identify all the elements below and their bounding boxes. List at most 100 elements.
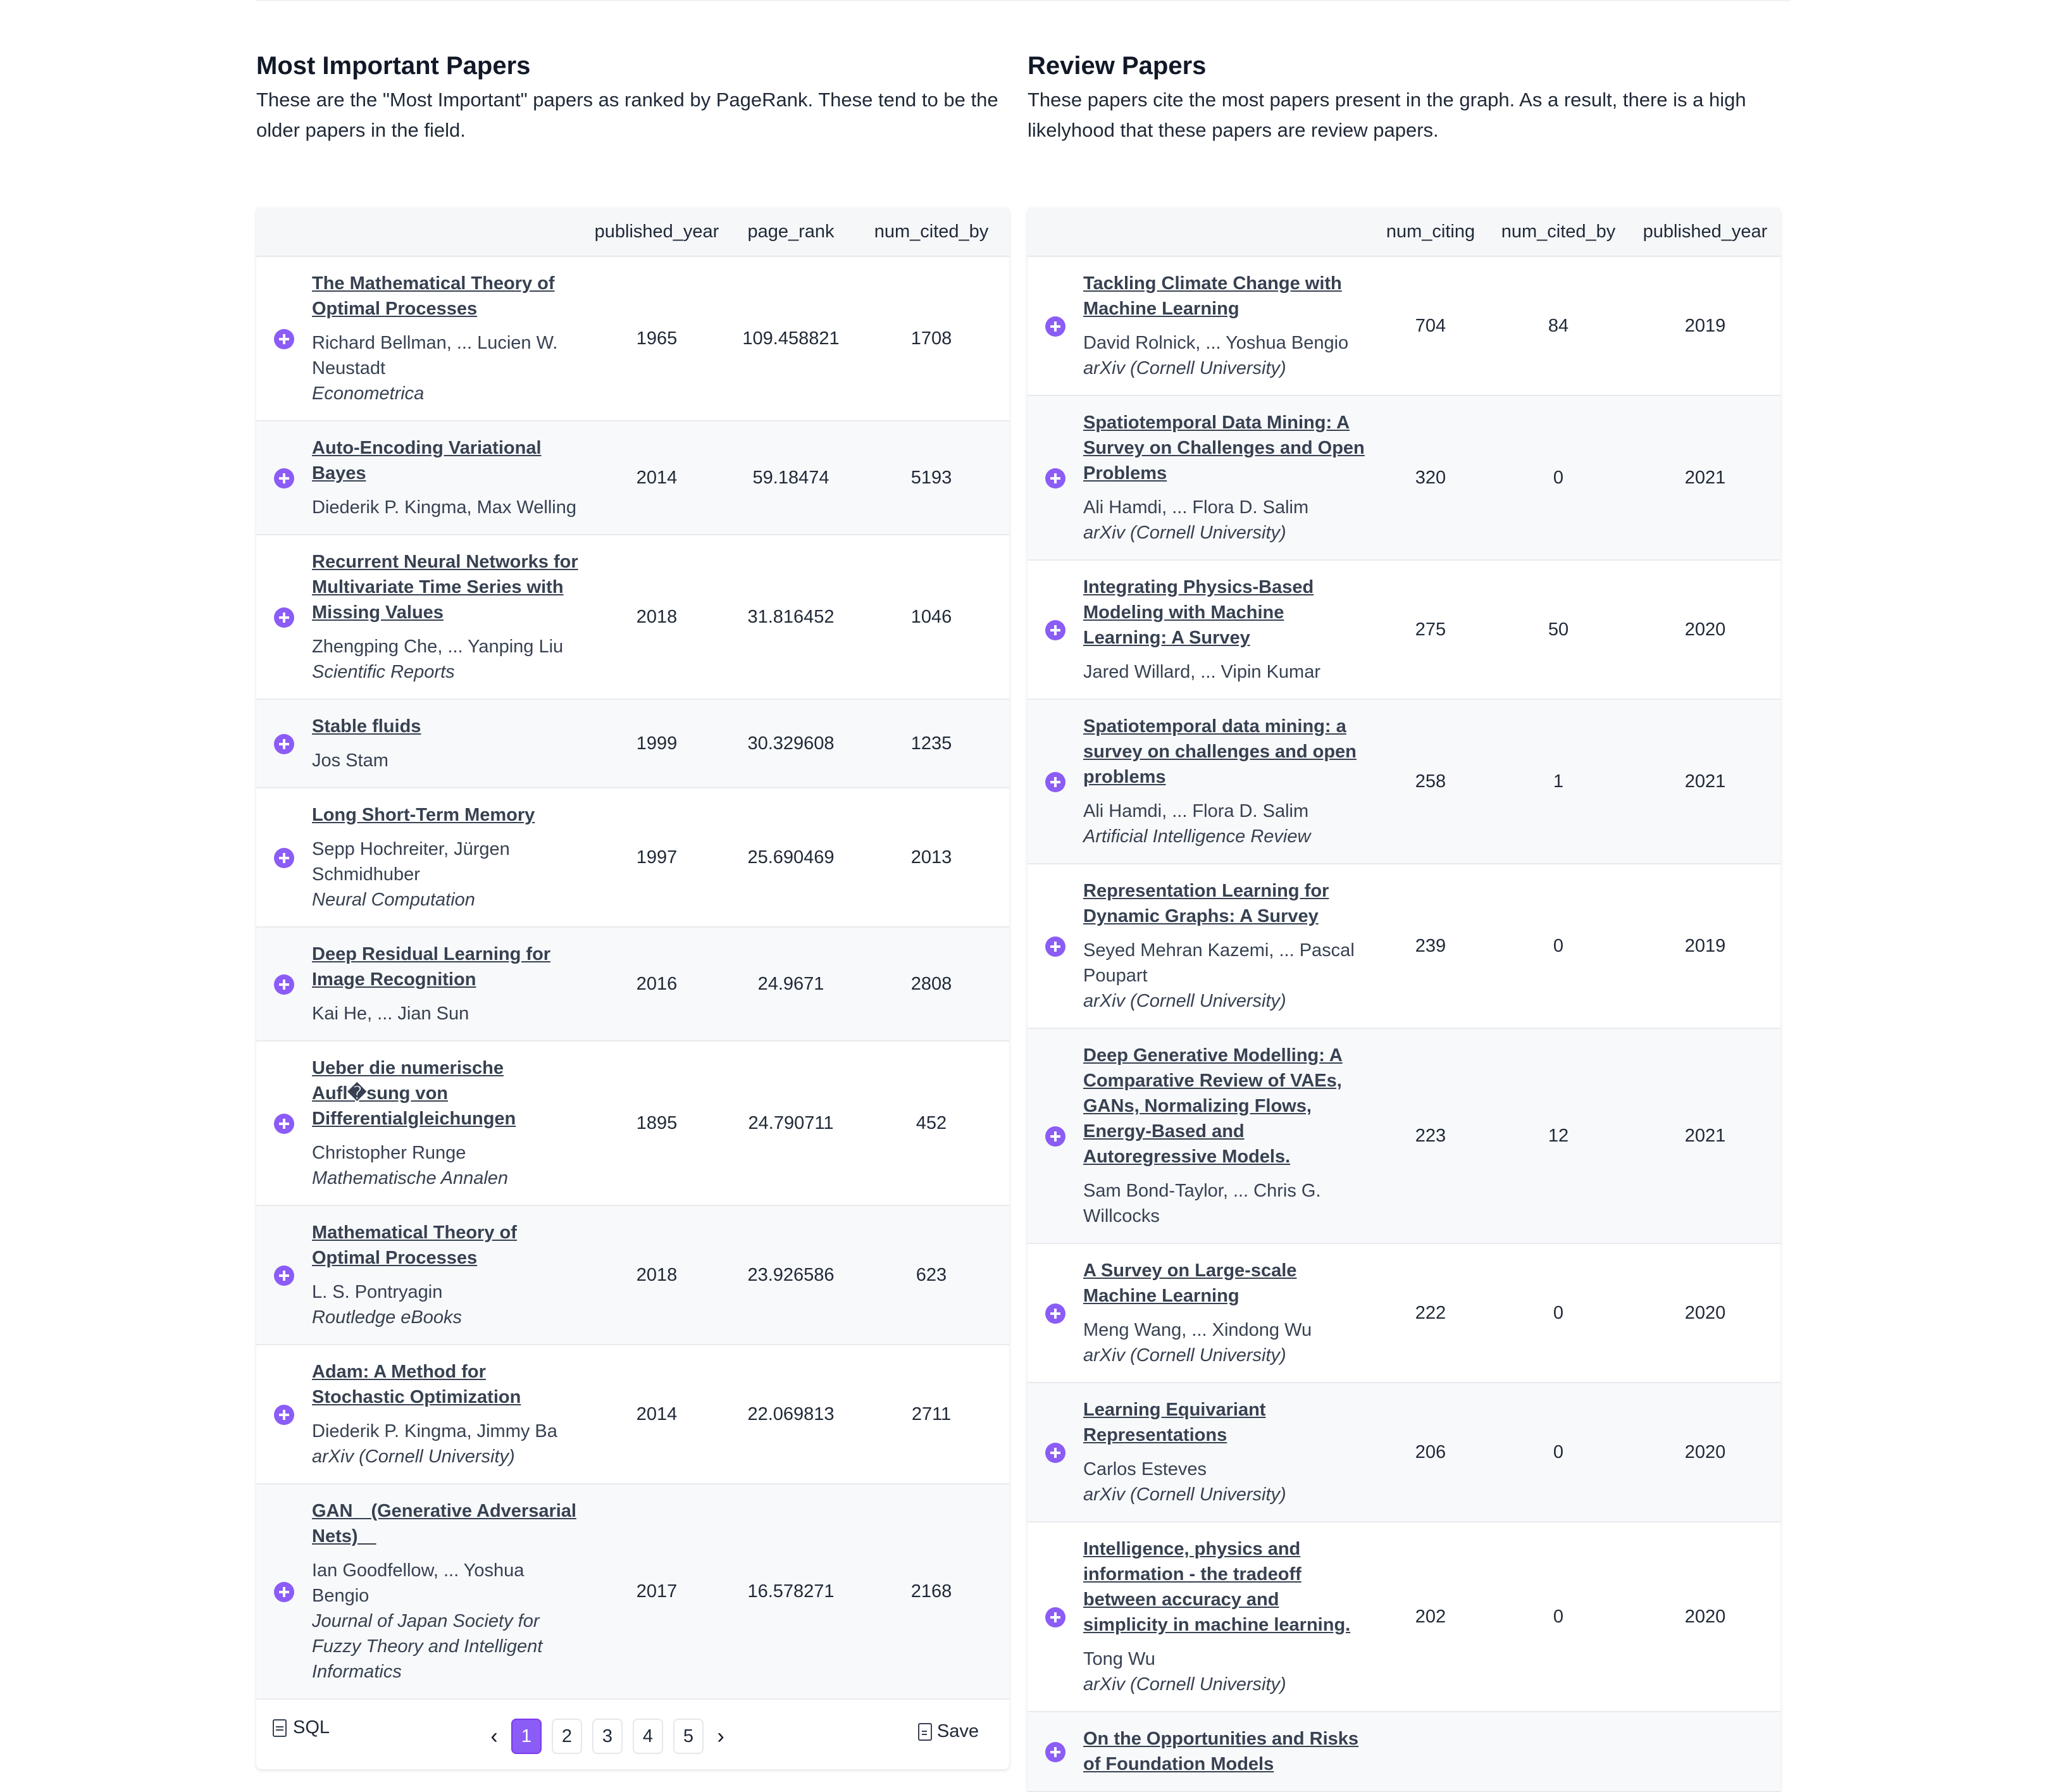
add-circle-icon[interactable] — [1045, 936, 1065, 957]
paper-title-link[interactable]: Representation Learning for Dynamic Grap… — [1083, 878, 1368, 929]
cell-num-cited-by: 2711 — [854, 1345, 1009, 1484]
add-cell — [1028, 699, 1083, 864]
add-circle-icon[interactable] — [1045, 619, 1065, 640]
save-button[interactable]: Save — [917, 1721, 979, 1742]
cell-num-cited-by: 2013 — [854, 788, 1009, 928]
cell-published-year — [1630, 1712, 1780, 1792]
paper-title-link[interactable]: Learning Equivariant Representations — [1083, 1397, 1368, 1448]
add-circle-icon[interactable] — [274, 1113, 294, 1134]
paper-cell: The Mathematical Theory of Optimal Proce… — [312, 256, 585, 421]
cell-num-cited-by: 0 — [1487, 1383, 1630, 1522]
column-header-num-citing[interactable]: num_citing — [1374, 208, 1487, 257]
column-header-published-year[interactable]: published_year — [1630, 208, 1780, 257]
cell-page-rank: 30.329608 — [728, 699, 854, 788]
table-row: On the Opportunities and Risks of Founda… — [1028, 1712, 1780, 1792]
table-row: GAN (Generative Adversarial Nets) Ian Go… — [256, 1484, 1009, 1700]
add-circle-icon[interactable] — [1045, 1741, 1065, 1762]
paper-title-link[interactable]: Ueber die numerische Aufl�sung von Diffe… — [312, 1055, 579, 1131]
paper-title-link[interactable]: On the Opportunities and Risks of Founda… — [1083, 1726, 1368, 1777]
add-cell — [1028, 1712, 1083, 1792]
add-circle-icon[interactable] — [274, 847, 294, 868]
page-button-2[interactable]: 2 — [552, 1719, 582, 1754]
paper-title-link[interactable]: Intelligence, physics and information - … — [1083, 1536, 1368, 1638]
add-cell — [1028, 256, 1083, 396]
add-circle-icon[interactable] — [1045, 1126, 1065, 1147]
paper-authors: David Rolnick, ... Yoshua Bengio — [1083, 333, 1349, 353]
add-circle-icon[interactable] — [1045, 1607, 1065, 1627]
table-row: Stable fluids Jos Stam 1999 30.329608 1235 — [256, 699, 1009, 788]
paper-venue: Mathematische Annalen — [312, 1168, 509, 1188]
papers-table: published_year page_rank num_cited_by Th… — [256, 208, 1009, 1700]
cell-num-cited-by: 84 — [1487, 256, 1630, 396]
column-header-num-cited-by[interactable]: num_cited_by — [1487, 208, 1630, 257]
paper-title-link[interactable]: Recurrent Neural Networks for Multivaria… — [312, 549, 579, 625]
cell-published-year: 2018 — [585, 535, 728, 700]
add-circle-icon[interactable] — [1045, 468, 1065, 488]
column-header-published-year[interactable]: published_year — [585, 208, 728, 257]
table-row: Mathematical Theory of Optimal Processes… — [256, 1205, 1009, 1345]
add-circle-icon[interactable] — [1045, 1442, 1065, 1463]
add-circle-icon[interactable] — [274, 974, 294, 995]
add-circle-icon[interactable] — [274, 1404, 294, 1425]
add-circle-icon[interactable] — [274, 733, 294, 754]
paper-cell: Ueber die numerische Aufl�sung von Diffe… — [312, 1041, 585, 1206]
add-circle-icon[interactable] — [274, 1581, 294, 1602]
add-cell — [1028, 1522, 1083, 1712]
page-button-3[interactable]: 3 — [592, 1719, 623, 1754]
paper-title-link[interactable]: Mathematical Theory of Optimal Processes — [312, 1220, 579, 1271]
table-body: The Mathematical Theory of Optimal Proce… — [256, 256, 1009, 1700]
add-circle-icon[interactable] — [274, 1265, 294, 1286]
papers-table: num_citing num_cited_by published_year T… — [1028, 208, 1780, 1792]
add-circle-icon[interactable] — [274, 328, 294, 349]
paper-title-link[interactable]: Spatiotemporal data mining: a survey on … — [1083, 714, 1368, 790]
previous-page-button[interactable]: ‹ — [487, 1724, 501, 1749]
page-button-5[interactable]: 5 — [673, 1719, 704, 1754]
table-row: A Survey on Large-scale Machine Learning… — [1028, 1243, 1780, 1383]
cell-num-citing: 222 — [1374, 1243, 1487, 1383]
page-button-1[interactable]: 1 — [511, 1719, 542, 1754]
paper-title-link[interactable]: A Survey on Large-scale Machine Learning — [1083, 1258, 1368, 1309]
add-cell — [256, 256, 312, 421]
paper-title-link[interactable]: Integrating Physics-Based Modeling with … — [1083, 575, 1368, 650]
add-circle-icon[interactable] — [274, 607, 294, 628]
cell-num-cited-by: 623 — [854, 1205, 1009, 1345]
paper-title-link[interactable]: Deep Generative Modelling: A Comparative… — [1083, 1043, 1368, 1169]
paper-title-link[interactable]: Auto-Encoding Variational Bayes — [312, 435, 579, 486]
cell-published-year: 2016 — [585, 927, 728, 1042]
cell-num-citing: 206 — [1374, 1383, 1487, 1522]
table-row: Ueber die numerische Aufl�sung von Diffe… — [256, 1041, 1009, 1206]
paper-authors: Jared Willard, ... Vipin Kumar — [1083, 662, 1320, 682]
paper-title-link[interactable]: The Mathematical Theory of Optimal Proce… — [312, 271, 579, 321]
paper-title-link[interactable]: Tackling Climate Change with Machine Lea… — [1083, 271, 1368, 321]
paper-title-link[interactable]: Deep Residual Learning for Image Recogni… — [312, 942, 579, 992]
add-cell — [256, 535, 312, 700]
add-cell — [256, 1205, 312, 1345]
paper-cell: Stable fluids Jos Stam — [312, 699, 585, 788]
paper-title-link[interactable]: Spatiotemporal Data Mining: A Survey on … — [1083, 410, 1368, 486]
sql-button[interactable]: SQL — [273, 1717, 330, 1738]
page-button-4[interactable]: 4 — [633, 1719, 663, 1754]
add-circle-icon[interactable] — [1045, 771, 1065, 792]
next-page-button[interactable]: › — [714, 1724, 728, 1749]
paper-authors: Zhengping Che, ... Yanping Liu — [312, 637, 564, 657]
add-circle-icon[interactable] — [1045, 1303, 1065, 1324]
cell-page-rank: 16.578271 — [728, 1484, 854, 1700]
add-circle-icon[interactable] — [274, 468, 294, 488]
cell-published-year: 2021 — [1630, 1028, 1780, 1244]
paper-authors: Ian Goodfellow, ... Yoshua Bengio — [312, 1560, 525, 1606]
add-circle-icon[interactable] — [1045, 316, 1065, 337]
paper-title-link[interactable]: Stable fluids — [312, 714, 579, 739]
paper-venue: Journal of Japan Society for Fuzzy Theor… — [312, 1611, 543, 1682]
cell-page-rank: 23.926586 — [728, 1205, 854, 1345]
add-cell — [1028, 395, 1083, 561]
cell-published-year: 2014 — [585, 421, 728, 535]
paper-title-link[interactable]: Long Short-Term Memory — [312, 802, 579, 828]
paper-title-link[interactable]: Adam: A Method for Stochastic Optimizati… — [312, 1359, 579, 1410]
paper-title-link[interactable]: GAN (Generative Adversarial Nets) — [312, 1498, 579, 1549]
column-header-num-cited-by[interactable]: num_cited_by — [854, 208, 1009, 257]
table-header-row: num_citing num_cited_by published_year — [1028, 208, 1780, 257]
table-row: The Mathematical Theory of Optimal Proce… — [256, 256, 1009, 421]
table-row: Spatiotemporal Data Mining: A Survey on … — [1028, 395, 1780, 561]
column-header-page-rank[interactable]: page_rank — [728, 208, 854, 257]
column-header-add — [1028, 208, 1083, 257]
